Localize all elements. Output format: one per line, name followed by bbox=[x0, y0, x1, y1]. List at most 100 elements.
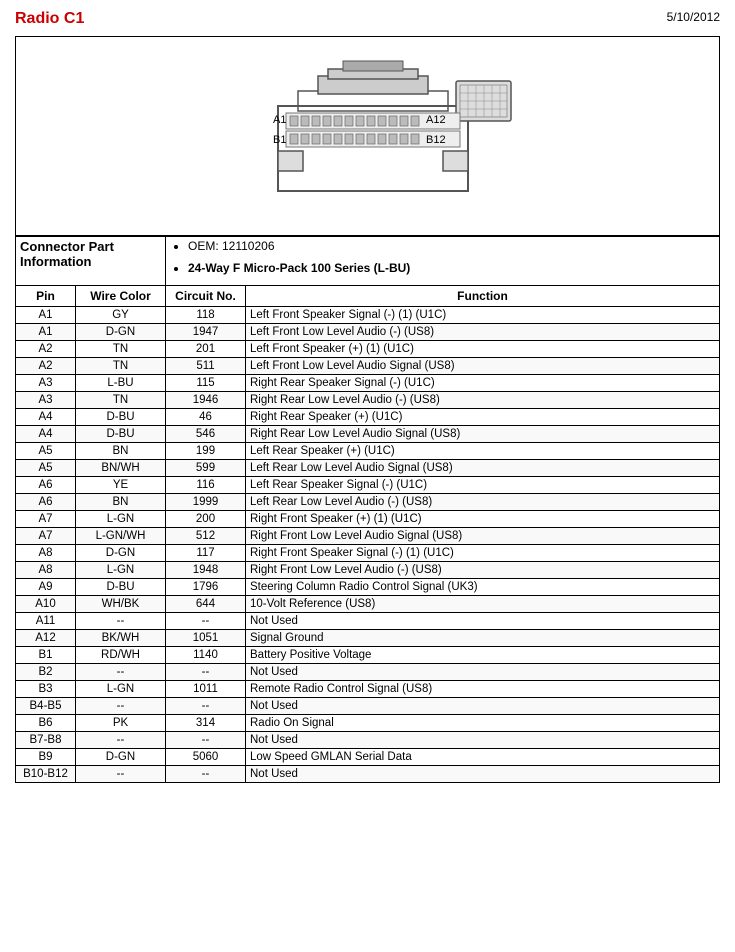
cell-wire: -- bbox=[76, 698, 166, 715]
cell-function: Left Front Speaker (+) (1) (U1C) bbox=[246, 341, 720, 358]
page-title: Radio C1 bbox=[15, 10, 84, 28]
connector-type: 24-Way F Micro-Pack 100 Series (L-BU) bbox=[188, 261, 715, 275]
cell-function: Left Front Low Level Audio (-) (US8) bbox=[246, 324, 720, 341]
cell-pin: A6 bbox=[16, 494, 76, 511]
cell-pin: A4 bbox=[16, 409, 76, 426]
main-table: Connector Part Information OEM: 12110206… bbox=[15, 236, 720, 783]
cell-wire: D-GN bbox=[76, 324, 166, 341]
cell-wire: L-GN/WH bbox=[76, 528, 166, 545]
cell-pin: B7-B8 bbox=[16, 732, 76, 749]
table-row: B6PK314Radio On Signal bbox=[16, 715, 720, 732]
cell-pin: A5 bbox=[16, 443, 76, 460]
table-row: A8D-GN117Right Front Speaker Signal (-) … bbox=[16, 545, 720, 562]
cell-function: Left Front Low Level Audio Signal (US8) bbox=[246, 358, 720, 375]
cell-circuit: 1796 bbox=[166, 579, 246, 596]
cell-circuit: 117 bbox=[166, 545, 246, 562]
col-header-pin: Pin bbox=[16, 286, 76, 307]
cell-pin: A12 bbox=[16, 630, 76, 647]
cell-pin: A11 bbox=[16, 613, 76, 630]
cell-function: Not Used bbox=[246, 664, 720, 681]
cell-circuit: 118 bbox=[166, 307, 246, 324]
table-row: A7L-GN200Right Front Speaker (+) (1) (U1… bbox=[16, 511, 720, 528]
cell-circuit: 5060 bbox=[166, 749, 246, 766]
cell-pin: A1 bbox=[16, 307, 76, 324]
cell-wire: TN bbox=[76, 341, 166, 358]
cell-pin: A3 bbox=[16, 375, 76, 392]
table-row: A10WH/BK64410-Volt Reference (US8) bbox=[16, 596, 720, 613]
cell-function: Steering Column Radio Control Signal (UK… bbox=[246, 579, 720, 596]
cell-wire: D-BU bbox=[76, 426, 166, 443]
cell-pin: A10 bbox=[16, 596, 76, 613]
cell-wire: YE bbox=[76, 477, 166, 494]
cell-function: Not Used bbox=[246, 613, 720, 630]
cell-pin: B4-B5 bbox=[16, 698, 76, 715]
cell-function: Left Rear Low Level Audio Signal (US8) bbox=[246, 460, 720, 477]
cell-pin: A2 bbox=[16, 341, 76, 358]
cell-function: Remote Radio Control Signal (US8) bbox=[246, 681, 720, 698]
cell-wire: TN bbox=[76, 392, 166, 409]
table-row: A7L-GN/WH512Right Front Low Level Audio … bbox=[16, 528, 720, 545]
table-row: A3L-BU115Right Rear Speaker Signal (-) (… bbox=[16, 375, 720, 392]
cell-wire: -- bbox=[76, 664, 166, 681]
svg-text:A12: A12 bbox=[426, 114, 446, 126]
page-date: 5/10/2012 bbox=[667, 10, 720, 24]
cell-function: 10-Volt Reference (US8) bbox=[246, 596, 720, 613]
cell-wire: D-BU bbox=[76, 579, 166, 596]
cell-circuit: 512 bbox=[166, 528, 246, 545]
svg-text:A1: A1 bbox=[273, 114, 286, 126]
cell-wire: PK bbox=[76, 715, 166, 732]
cell-circuit: 201 bbox=[166, 341, 246, 358]
cell-pin: B9 bbox=[16, 749, 76, 766]
svg-text:B12: B12 bbox=[426, 134, 446, 146]
connector-diagram: A1 A12 B1 B12 bbox=[15, 36, 720, 236]
cell-circuit: 1999 bbox=[166, 494, 246, 511]
cell-circuit: 1011 bbox=[166, 681, 246, 698]
cell-wire: L-GN bbox=[76, 681, 166, 698]
cell-function: Signal Ground bbox=[246, 630, 720, 647]
cell-pin: A6 bbox=[16, 477, 76, 494]
cell-function: Left Rear Low Level Audio (-) (US8) bbox=[246, 494, 720, 511]
table-row: A4D-BU46Right Rear Speaker (+) (U1C) bbox=[16, 409, 720, 426]
cell-circuit: 599 bbox=[166, 460, 246, 477]
cell-function: Not Used bbox=[246, 698, 720, 715]
cell-circuit: 644 bbox=[166, 596, 246, 613]
table-row: A2TN511Left Front Low Level Audio Signal… bbox=[16, 358, 720, 375]
table-row: A8L-GN1948Right Front Low Level Audio (-… bbox=[16, 562, 720, 579]
table-row: B7-B8----Not Used bbox=[16, 732, 720, 749]
table-header-row: Pin Wire Color Circuit No. Function bbox=[16, 286, 720, 307]
cell-circuit: 1948 bbox=[166, 562, 246, 579]
cell-pin: B1 bbox=[16, 647, 76, 664]
cell-pin: B6 bbox=[16, 715, 76, 732]
table-row: A4D-BU546Right Rear Low Level Audio Sign… bbox=[16, 426, 720, 443]
cell-circuit: 1051 bbox=[166, 630, 246, 647]
svg-text:B1: B1 bbox=[273, 134, 286, 146]
col-header-wire: Wire Color bbox=[76, 286, 166, 307]
cell-pin: B2 bbox=[16, 664, 76, 681]
cell-circuit: 116 bbox=[166, 477, 246, 494]
cell-wire: BN bbox=[76, 443, 166, 460]
cell-function: Right Rear Low Level Audio (-) (US8) bbox=[246, 392, 720, 409]
col-header-circuit: Circuit No. bbox=[166, 286, 246, 307]
table-row: A9D-BU1796Steering Column Radio Control … bbox=[16, 579, 720, 596]
cell-wire: BN bbox=[76, 494, 166, 511]
table-row: B10-B12----Not Used bbox=[16, 766, 720, 783]
cell-function: Left Rear Speaker (+) (U1C) bbox=[246, 443, 720, 460]
cell-pin: A8 bbox=[16, 545, 76, 562]
cell-wire: -- bbox=[76, 613, 166, 630]
cell-circuit: 1946 bbox=[166, 392, 246, 409]
cell-function: Radio On Signal bbox=[246, 715, 720, 732]
cell-circuit: -- bbox=[166, 698, 246, 715]
table-row: B4-B5----Not Used bbox=[16, 698, 720, 715]
table-row: A2TN201Left Front Speaker (+) (1) (U1C) bbox=[16, 341, 720, 358]
cell-circuit: 314 bbox=[166, 715, 246, 732]
cell-wire: -- bbox=[76, 766, 166, 783]
cell-circuit: 546 bbox=[166, 426, 246, 443]
cell-pin: A7 bbox=[16, 528, 76, 545]
cell-pin: A4 bbox=[16, 426, 76, 443]
cell-wire: GY bbox=[76, 307, 166, 324]
cell-circuit: -- bbox=[166, 664, 246, 681]
cell-function: Right Front Low Level Audio (-) (US8) bbox=[246, 562, 720, 579]
table-row: A1D-GN1947Left Front Low Level Audio (-)… bbox=[16, 324, 720, 341]
cell-pin: A7 bbox=[16, 511, 76, 528]
cell-pin: A3 bbox=[16, 392, 76, 409]
